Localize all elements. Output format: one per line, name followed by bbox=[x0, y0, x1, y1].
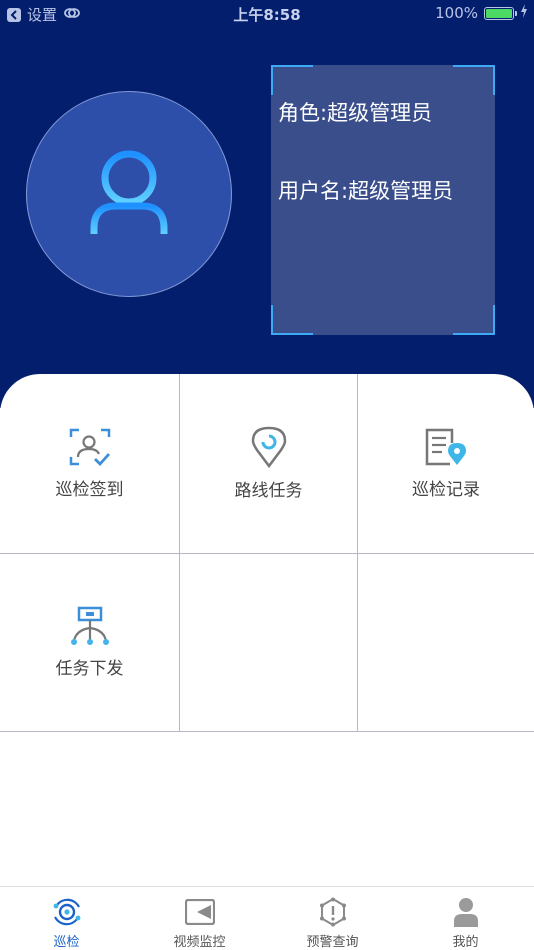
tab-alert-query[interactable]: 预警查询 bbox=[266, 887, 399, 950]
status-bar: 设置 上午8:58 100% bbox=[0, 0, 534, 28]
video-camera-icon bbox=[184, 899, 215, 925]
battery-percent: 100% bbox=[435, 4, 478, 22]
grid-item-check-in[interactable]: 巡检签到 bbox=[0, 374, 179, 553]
tab-label: 视频监控 bbox=[173, 935, 226, 950]
user-info-panel: 角色:超级管理员 用户名:超级管理员 bbox=[271, 65, 495, 335]
function-panel: 巡检签到 路线任务 巡检记录 任务下发 bbox=[0, 374, 534, 886]
warning-icon bbox=[319, 897, 346, 927]
profile-header: 角色:超级管理员 用户名:超级管理员 bbox=[0, 28, 534, 408]
check-in-icon bbox=[69, 428, 110, 467]
patrol-icon bbox=[53, 898, 80, 926]
tab-label: 巡检 bbox=[53, 935, 80, 950]
tab-mine[interactable]: 我的 bbox=[399, 887, 532, 950]
battery-icon bbox=[484, 6, 517, 20]
tab-label: 预警查询 bbox=[306, 935, 359, 950]
grid-item-empty bbox=[358, 554, 534, 731]
person-icon bbox=[453, 898, 478, 927]
grid-item-label: 任务下发 bbox=[55, 659, 124, 679]
grid-item-label: 路线任务 bbox=[234, 481, 303, 501]
tab-patrol[interactable]: 巡检 bbox=[0, 887, 133, 950]
record-icon bbox=[425, 428, 466, 466]
role-text: 角色:超级管理员 bbox=[278, 101, 433, 125]
location-pin-icon bbox=[251, 426, 286, 468]
grid-item-label: 巡检记录 bbox=[412, 480, 480, 500]
user-avatar-icon bbox=[90, 150, 168, 234]
avatar[interactable] bbox=[26, 91, 232, 297]
tab-label: 我的 bbox=[452, 935, 479, 950]
tab-video-monitor[interactable]: 视频监控 bbox=[133, 887, 266, 950]
charging-icon bbox=[520, 4, 528, 22]
grid-item-route-task[interactable]: 路线任务 bbox=[180, 374, 357, 553]
grid-item-task-dispatch[interactable]: 任务下发 bbox=[0, 554, 179, 731]
grid-item-empty bbox=[180, 554, 357, 731]
dispatch-icon bbox=[70, 606, 109, 645]
grid-item-label: 巡检签到 bbox=[55, 480, 124, 500]
bottom-tab-bar: 巡检 视频监控 预警查询 我的 bbox=[0, 886, 534, 950]
username-text: 用户名:超级管理员 bbox=[278, 179, 454, 203]
grid-item-patrol-record[interactable]: 巡检记录 bbox=[358, 374, 534, 553]
function-grid: 巡检签到 路线任务 巡检记录 任务下发 bbox=[0, 374, 534, 733]
